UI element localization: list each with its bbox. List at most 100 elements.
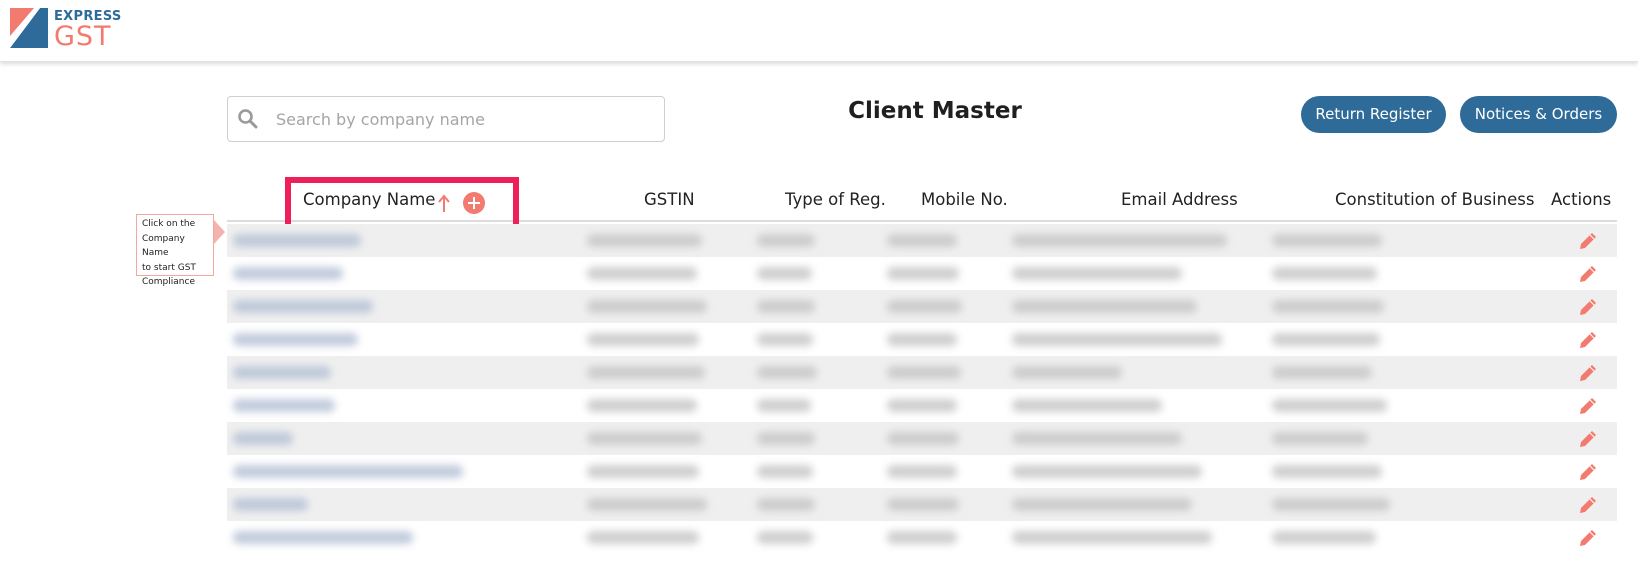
redacted-company-name[interactable]: [233, 267, 343, 280]
redacted-mobile: [887, 333, 957, 346]
search-icon: [238, 109, 258, 129]
redacted-gstin: [587, 333, 699, 346]
column-header-email: Email Address: [1121, 190, 1238, 209]
pencil-edit-icon[interactable]: [1577, 461, 1599, 483]
redacted-company-name[interactable]: [233, 399, 335, 412]
redacted-type: [757, 465, 813, 478]
redacted-mobile: [887, 366, 961, 379]
redacted-gstin: [587, 399, 697, 412]
redacted-mobile: [887, 498, 959, 511]
tooltip-line: to start GST: [142, 262, 196, 273]
table-row[interactable]: [227, 290, 1617, 323]
redacted-mobile: [887, 531, 957, 544]
redacted-gstin: [587, 531, 699, 544]
tooltip-line: Compliance: [142, 277, 195, 287]
redacted-type: [757, 234, 815, 247]
redacted-company-name[interactable]: [233, 432, 293, 445]
tooltip-line: Company Name: [142, 233, 185, 259]
express-gst-logo[interactable]: EXPRESS GST: [10, 6, 130, 54]
redacted-type: [757, 432, 815, 445]
redacted-email: [1012, 531, 1212, 544]
redacted-constitution: [1272, 432, 1368, 445]
redacted-email: [1012, 267, 1182, 280]
redacted-constitution: [1272, 465, 1382, 478]
table-row[interactable]: [227, 323, 1617, 356]
redacted-type: [757, 300, 815, 313]
redacted-mobile: [887, 465, 957, 478]
redacted-email: [1012, 300, 1197, 313]
notices-orders-button[interactable]: Notices & Orders: [1460, 96, 1617, 133]
redacted-constitution: [1272, 234, 1382, 247]
express-gst-logo-mark: [10, 8, 48, 48]
table-header: Company Name GSTIN Type of Reg. Mobile N…: [227, 177, 1617, 230]
redacted-email: [1012, 465, 1202, 478]
redacted-gstin: [587, 465, 699, 478]
table-row[interactable]: [227, 257, 1617, 290]
redacted-constitution: [1272, 399, 1387, 412]
redacted-company-name[interactable]: [233, 366, 331, 379]
redacted-gstin: [587, 300, 707, 313]
column-header-actions: Actions: [1551, 190, 1612, 209]
redacted-company-name[interactable]: [233, 333, 358, 346]
table-row[interactable]: [227, 488, 1617, 521]
pencil-edit-icon[interactable]: [1577, 362, 1599, 384]
redacted-email: [1012, 432, 1182, 445]
redacted-email: [1012, 498, 1192, 511]
redacted-email: [1012, 333, 1222, 346]
redacted-constitution: [1272, 531, 1376, 544]
redacted-type: [757, 267, 812, 280]
redacted-type: [757, 399, 811, 412]
redacted-gstin: [587, 234, 702, 247]
redacted-company-name[interactable]: [233, 498, 308, 511]
redacted-constitution: [1272, 300, 1384, 313]
company-name-highlight-box: [285, 177, 519, 230]
redacted-gstin: [587, 498, 707, 511]
pencil-edit-icon[interactable]: [1577, 263, 1599, 285]
table-row[interactable]: [227, 455, 1617, 488]
search-input[interactable]: [276, 105, 646, 133]
company-search-box[interactable]: [227, 96, 665, 142]
redacted-gstin: [587, 432, 702, 445]
redacted-mobile: [887, 234, 957, 247]
column-header-type-of-reg: Type of Reg.: [785, 190, 886, 209]
top-navigation-bar: EXPRESS GST: [0, 0, 1638, 62]
redacted-company-name[interactable]: [233, 531, 413, 544]
table-row[interactable]: [227, 422, 1617, 455]
redacted-gstin: [587, 366, 705, 379]
pencil-edit-icon[interactable]: [1577, 395, 1599, 417]
redacted-constitution: [1272, 366, 1372, 379]
pencil-edit-icon[interactable]: [1577, 494, 1599, 516]
column-header-gstin: GSTIN: [644, 190, 695, 209]
redacted-type: [757, 333, 813, 346]
column-header-mobile: Mobile No.: [921, 190, 1008, 209]
column-header-constitution: Constitution of Business: [1335, 190, 1535, 209]
redacted-company-name[interactable]: [233, 234, 361, 247]
tooltip-line: Click on the: [142, 219, 196, 229]
pencil-edit-icon[interactable]: [1577, 428, 1599, 450]
table-row[interactable]: [227, 356, 1617, 389]
pencil-edit-icon[interactable]: [1577, 296, 1599, 318]
redacted-mobile: [887, 267, 959, 280]
redacted-mobile: [887, 399, 957, 412]
redacted-gstin: [587, 267, 697, 280]
table-row[interactable]: [227, 389, 1617, 422]
table-row[interactable]: [227, 224, 1617, 257]
redacted-email: [1012, 399, 1162, 412]
redacted-company-name[interactable]: [233, 300, 373, 313]
redacted-type: [757, 366, 817, 379]
redacted-constitution: [1272, 333, 1380, 346]
company-name-hint-tooltip: Click on the Company Name to start GST C…: [136, 214, 214, 287]
redacted-email: [1012, 234, 1227, 247]
redacted-type: [757, 498, 815, 511]
redacted-email: [1012, 366, 1122, 379]
redacted-mobile: [887, 432, 959, 445]
redacted-company-name[interactable]: [233, 465, 463, 478]
tooltip-pointer: [214, 220, 225, 244]
pencil-edit-icon[interactable]: [1577, 527, 1599, 549]
pencil-edit-icon[interactable]: [1577, 230, 1599, 252]
pencil-edit-icon[interactable]: [1577, 329, 1599, 351]
return-register-button[interactable]: Return Register: [1301, 96, 1446, 133]
table-row[interactable]: [227, 521, 1617, 554]
page-title: Client Master: [848, 98, 1022, 124]
redacted-mobile: [887, 300, 962, 313]
